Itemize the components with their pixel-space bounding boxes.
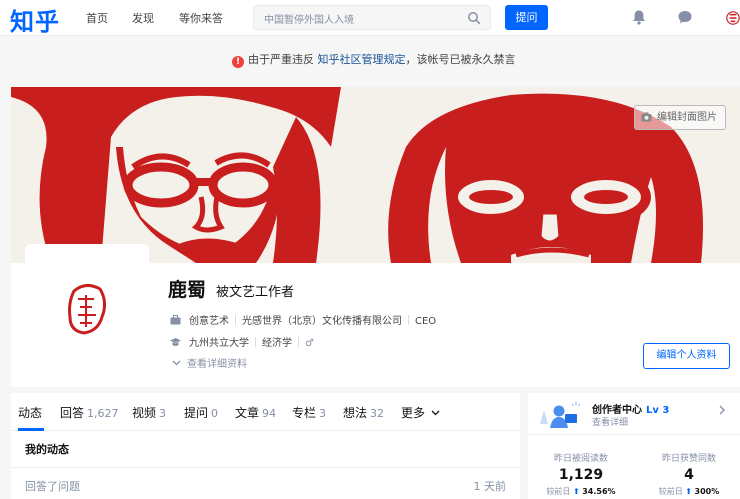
- profile-school: 九州共立大学: [189, 338, 249, 349]
- profile-employment-row: 创意艺术 光感世界（北京）文化传播有限公司 CEO: [170, 312, 436, 327]
- search-input[interactable]: 中国暂停外国人入境: [253, 5, 491, 30]
- nav-home[interactable]: 首页: [86, 10, 108, 26]
- male-gender-icon: ♂: [305, 338, 314, 349]
- papercut-portraits-image: [11, 87, 740, 263]
- profile-education-row: 九州共立大学 经济学 ♂: [170, 334, 314, 349]
- profile-headline: 被文艺工作者: [216, 285, 295, 300]
- nav-waiting-answers[interactable]: 等你来答: [179, 10, 223, 26]
- top-navbar: 知乎 首页 发现 等你来答 中国暂停外国人入境 提问: [0, 0, 740, 36]
- user-menu-icon[interactable]: [724, 9, 740, 27]
- stat-yesterday-upvotes: 昨日获赞同数 4 较前日 ⬆ 300%: [658, 454, 720, 496]
- tab-videos[interactable]: 视频 3: [132, 404, 166, 421]
- creator-view-details-link[interactable]: 查看详细: [592, 415, 628, 428]
- ban-notice-banner: ! 由于严重违反 知乎社区管理规定，该帐号已被永久禁言: [0, 37, 740, 81]
- ask-question-button[interactable]: 提问: [505, 5, 548, 30]
- creator-center-icon[interactable]: [536, 400, 582, 432]
- edit-cover-label: 编辑封面图片: [657, 112, 717, 123]
- chevron-down-icon: [172, 360, 181, 366]
- profile-cover-image: 编辑封面图片: [11, 87, 740, 263]
- nav-discover[interactable]: 发现: [132, 10, 154, 26]
- creator-level: Lv 3: [646, 405, 670, 416]
- ban-notice-suffix: ，该帐号已被永久禁言: [405, 53, 516, 66]
- edit-profile-button[interactable]: 编辑个人资料: [643, 343, 730, 369]
- profile-industry: 创意艺术: [189, 316, 229, 327]
- profile-major: 经济学: [262, 338, 292, 349]
- tab-more[interactable]: 更多: [401, 404, 440, 421]
- feed-item-action: 回答了问题: [25, 480, 80, 493]
- chevron-down-icon: [431, 410, 440, 416]
- tab-questions[interactable]: 提问 0: [184, 404, 218, 421]
- chevron-right-icon[interactable]: [718, 405, 726, 415]
- tab-activity[interactable]: 动态: [18, 404, 42, 421]
- messages-icon[interactable]: [676, 8, 694, 26]
- briefcase-icon: [170, 315, 181, 325]
- profile-tabs: 动态 回答 1,627 视频 3 提问 0 文章 94 专栏 3 想法 32 更多: [11, 393, 520, 431]
- creator-center-card: 创作者中心 Lv 3 查看详细 昨日被阅读数 1,129 较前日 ⬆ 34.56%…: [528, 393, 740, 499]
- tab-columns[interactable]: 专栏 3: [292, 404, 326, 421]
- bell-icon[interactable]: [630, 8, 648, 26]
- profile-position: CEO: [415, 316, 437, 327]
- stat-yesterday-reads: 昨日被阅读数 1,129 较前日 ⬆ 34.56%: [546, 454, 616, 496]
- seal-avatar-image: [28, 247, 146, 365]
- edit-cover-button[interactable]: 编辑封面图片: [634, 105, 726, 130]
- feed-section-title: 我的动态: [25, 443, 69, 456]
- tab-answers[interactable]: 回答 1,627: [60, 404, 119, 421]
- search-placeholder: 中国暂停外国人入境: [264, 15, 354, 26]
- feed-item-time: 1 天前: [473, 480, 507, 493]
- ban-notice-prefix: 由于严重违反: [248, 53, 314, 66]
- warning-icon: !: [232, 56, 244, 68]
- tab-thoughts[interactable]: 想法 32: [343, 404, 384, 421]
- view-details-label: 查看详细资料: [187, 359, 247, 370]
- camera-icon: [641, 112, 652, 122]
- active-tab-indicator: [18, 428, 44, 431]
- creator-card-divider: [528, 434, 740, 435]
- community-rules-link[interactable]: 知乎社区管理规定: [318, 53, 406, 66]
- search-icon[interactable]: [467, 11, 481, 25]
- profile-feed-card: 动态 回答 1,627 视频 3 提问 0 文章 94 专栏 3 想法 32 更多 我的动态…: [11, 393, 520, 499]
- avatar[interactable]: [25, 244, 149, 368]
- zhihu-logo[interactable]: 知乎: [10, 2, 60, 37]
- tab-articles[interactable]: 文章 94: [235, 404, 276, 421]
- profile-company: 光感世界（北京）文化传播有限公司: [242, 316, 402, 327]
- creator-center-title[interactable]: 创作者中心 Lv 3: [592, 401, 669, 416]
- view-details-link[interactable]: 查看详细资料: [172, 355, 247, 370]
- graduation-cap-icon: [170, 338, 181, 346]
- feed-divider: [11, 467, 520, 468]
- profile-name: 鹿蜀: [168, 279, 207, 301]
